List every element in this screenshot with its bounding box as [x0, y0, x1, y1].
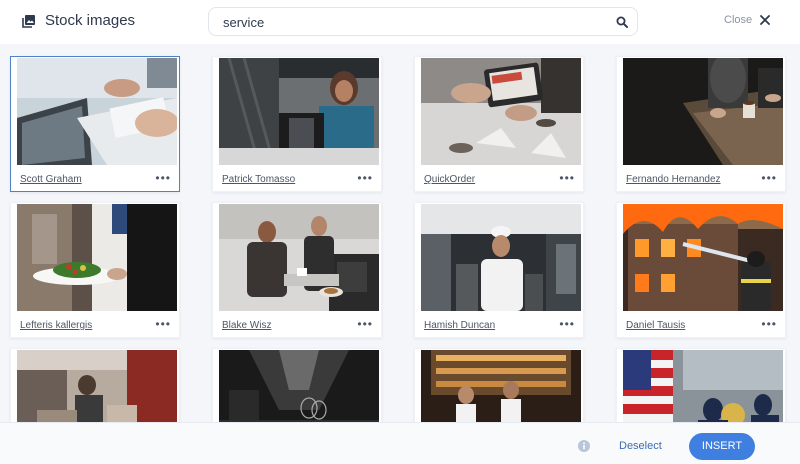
stock-image[interactable] — [17, 204, 177, 311]
author-link[interactable]: Lefteris kallergis — [20, 320, 92, 331]
more-options-button[interactable]: ••• — [559, 318, 575, 330]
image-icon — [22, 15, 35, 28]
image-card[interactable]: Patrick Tomasso ••• — [212, 56, 382, 192]
close-label: Close — [724, 14, 753, 26]
author-link[interactable]: Scott Graham — [20, 174, 82, 185]
stock-image[interactable] — [421, 204, 581, 311]
image-card[interactable] — [10, 348, 180, 422]
stock-image[interactable] — [17, 350, 177, 422]
info-icon[interactable] — [578, 440, 590, 452]
more-options-button[interactable]: ••• — [761, 172, 777, 184]
modal-title: Stock images — [45, 12, 136, 29]
close-icon[interactable] — [760, 15, 771, 25]
image-card[interactable] — [616, 348, 786, 422]
more-options-button[interactable]: ••• — [761, 318, 777, 330]
modal-header: Stock images Close — [0, 0, 800, 44]
image-card[interactable]: Hamish Duncan ••• — [414, 202, 584, 338]
stock-image[interactable] — [623, 350, 783, 422]
stock-image[interactable] — [623, 58, 783, 165]
more-options-button[interactable]: ••• — [357, 318, 373, 330]
image-card[interactable] — [212, 348, 382, 422]
search-icon[interactable] — [616, 16, 628, 28]
stock-image[interactable] — [421, 350, 581, 422]
stock-image[interactable] — [219, 204, 379, 311]
deselect-button[interactable]: Deselect — [619, 440, 662, 452]
close-button[interactable]: Close — [724, 14, 771, 26]
image-card[interactable]: Scott Graham ••• — [10, 56, 180, 192]
more-options-button[interactable]: ••• — [559, 172, 575, 184]
stock-image[interactable] — [219, 58, 379, 165]
author-link[interactable]: Fernando Hernandez — [626, 174, 721, 185]
modal-footer: Deselect INSERT — [0, 422, 800, 464]
search-box[interactable] — [208, 7, 638, 36]
more-options-button[interactable]: ••• — [155, 318, 171, 330]
image-card[interactable]: Daniel Tausis ••• — [616, 202, 786, 338]
author-link[interactable]: Patrick Tomasso — [222, 174, 295, 185]
image-card[interactable]: Fernando Hernandez ••• — [616, 56, 786, 192]
image-card[interactable]: Lefteris kallergis ••• — [10, 202, 180, 338]
image-card[interactable]: QuickOrder ••• — [414, 56, 584, 192]
image-card[interactable] — [414, 348, 584, 422]
author-link[interactable]: QuickOrder — [424, 174, 475, 185]
image-grid: Scott Graham ••• Patrick Tomasso ••• Qui… — [0, 44, 800, 422]
stock-image[interactable] — [421, 58, 581, 165]
author-link[interactable]: Daniel Tausis — [626, 320, 685, 331]
stock-image[interactable] — [623, 204, 783, 311]
stock-image[interactable] — [219, 350, 379, 422]
author-link[interactable]: Hamish Duncan — [424, 320, 495, 331]
insert-button[interactable]: INSERT — [689, 433, 755, 460]
search-input[interactable] — [223, 13, 603, 31]
stock-image[interactable] — [17, 58, 177, 165]
more-options-button[interactable]: ••• — [357, 172, 373, 184]
more-options-button[interactable]: ••• — [155, 172, 171, 184]
author-link[interactable]: Blake Wisz — [222, 320, 271, 331]
image-card[interactable]: Blake Wisz ••• — [212, 202, 382, 338]
